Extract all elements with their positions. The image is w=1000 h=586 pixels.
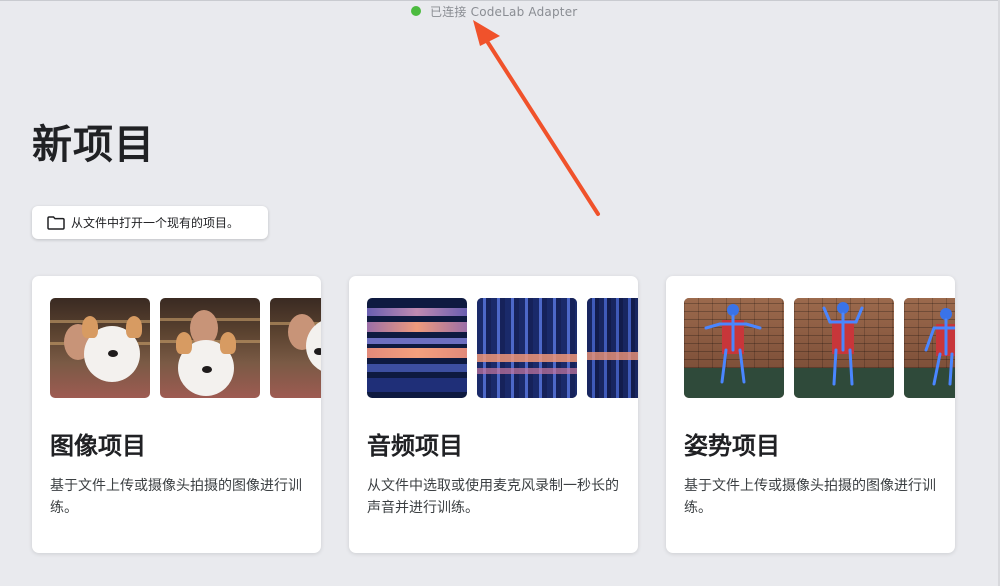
spectrogram-thumbnail [587, 298, 638, 398]
status-dot-icon [411, 6, 421, 16]
folder-icon [47, 215, 65, 230]
image-project-card[interactable]: 图像项目 基于文件上传或摄像头拍摄的图像进行训练。 [32, 276, 321, 553]
audio-project-description: 从文件中选取或使用麦克风录制一秒长的声音并进行训练。 [367, 478, 619, 516]
pose-project-card[interactable]: 姿势项目 基于文件上传或摄像头拍摄的图像进行训练。 [666, 276, 955, 553]
connection-status: 已连接 CodeLab Adapter [411, 3, 577, 19]
open-existing-project-label: 从文件中打开一个现有的项目。 [71, 216, 240, 230]
connection-status-text: 已连接 CodeLab Adapter [430, 4, 578, 19]
top-border [0, 0, 1000, 1]
audio-project-card[interactable]: 音频项目 从文件中选取或使用麦克风录制一秒长的声音并进行训练。 [349, 276, 638, 553]
audio-project-thumbnails [367, 298, 638, 398]
pose-thumbnail [904, 298, 955, 398]
pose-project-description: 基于文件上传或摄像头拍摄的图像进行训练。 [684, 478, 936, 516]
pose-project-thumbnails [684, 298, 955, 398]
audio-project-title: 音频项目 [367, 432, 463, 460]
open-existing-project-button[interactable]: 从文件中打开一个现有的项目。 [32, 206, 268, 239]
pose-thumbnail [684, 298, 784, 398]
pose-project-title: 姿势项目 [684, 432, 780, 460]
image-thumbnail [270, 298, 321, 398]
spectrogram-thumbnail [477, 298, 577, 398]
pose-thumbnail [794, 298, 894, 398]
image-project-thumbnails [50, 298, 321, 398]
image-project-title: 图像项目 [50, 432, 146, 460]
page-title: 新项目 [32, 122, 155, 168]
image-thumbnail [50, 298, 150, 398]
spectrogram-thumbnail [367, 298, 467, 398]
image-thumbnail [160, 298, 260, 398]
image-project-description: 基于文件上传或摄像头拍摄的图像进行训练。 [50, 478, 302, 516]
